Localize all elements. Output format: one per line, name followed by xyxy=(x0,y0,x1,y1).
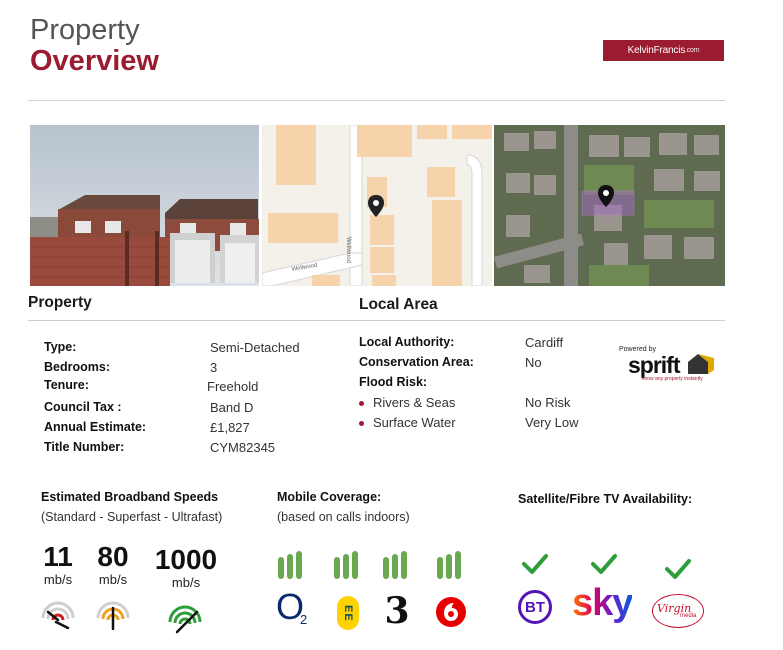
brand-logo[interactable]: KelvinFrancis .com xyxy=(603,40,724,61)
sprift-logo[interactable]: sprift know any property instantly xyxy=(628,352,720,382)
property-heading: Property xyxy=(28,294,92,311)
broadband-subheading: (Standard - Superfast - Ultrafast) xyxy=(41,510,223,524)
brand-suffix: .com xyxy=(685,47,700,54)
title-number-label: Title Number: xyxy=(44,440,125,454)
speedometer-icon xyxy=(96,601,130,630)
mobile-subheading: (based on calls indoors) xyxy=(277,510,410,524)
bedrooms-label: Bedrooms: xyxy=(44,360,110,374)
ultrafast-speed-value: 1000 xyxy=(154,544,218,575)
check-icon xyxy=(522,554,548,574)
brand-name: KelvinFrancis xyxy=(627,45,686,56)
o2-logo: O 2 xyxy=(276,586,312,630)
bullet-icon xyxy=(359,421,364,426)
vodafone-logo xyxy=(436,597,466,627)
divider-top xyxy=(28,100,725,101)
annual-estimate-label: Annual Estimate: xyxy=(44,420,147,434)
page-title-line1: Property xyxy=(30,14,140,46)
ee-logo-text: EE xyxy=(342,604,354,622)
standard-speed-value: 11 xyxy=(43,541,73,572)
flood-risk-label: Flood Risk: xyxy=(359,375,428,389)
virgin-logo-sub: media xyxy=(680,613,697,619)
speedometer-icon xyxy=(41,601,75,630)
council-tax-label: Council Tax : xyxy=(44,400,122,414)
signal-bars-icon xyxy=(334,551,358,579)
rivers-seas-value: No Risk xyxy=(525,395,571,410)
superfast-speed-unit: mb/s xyxy=(98,572,128,587)
type-value: Semi-Detached xyxy=(210,340,300,355)
type-label: Type: xyxy=(44,340,77,354)
local-area-heading: Local Area xyxy=(359,296,438,313)
check-icon xyxy=(665,559,691,579)
signal-bars-icon xyxy=(437,551,461,579)
bt-logo: BT xyxy=(518,590,552,624)
tenure-label: Tenure: xyxy=(44,378,89,392)
street-view-photo xyxy=(30,125,259,286)
bedrooms-value: 3 xyxy=(210,360,218,375)
signal-bars-icon xyxy=(383,551,407,579)
page-title-line2: Overview xyxy=(30,45,159,77)
rivers-seas-label: Rivers & Seas xyxy=(373,395,456,410)
title-number-value: CYM82345 xyxy=(210,440,276,455)
local-authority-label: Local Authority: xyxy=(359,335,455,349)
standard-speed-unit: mb/s xyxy=(43,572,73,587)
satellite-map[interactable] xyxy=(494,125,725,286)
annual-estimate-value: £1,827 xyxy=(210,420,250,435)
surface-water-value: Very Low xyxy=(525,415,579,430)
o2-logo-subscript: 2 xyxy=(300,612,308,627)
three-logo: 3 xyxy=(384,590,410,632)
tv-heading: Satellite/Fibre TV Availability: xyxy=(518,492,693,506)
superfast-speed-value: 80 xyxy=(97,541,129,572)
map-street-label-1: Wellwood xyxy=(345,237,351,263)
ultrafast-speed-unit: mb/s xyxy=(171,575,201,590)
sprift-tagline: know any property instantly xyxy=(642,376,703,382)
council-tax-value: Band D xyxy=(210,400,254,415)
sprift-logo-text: sprift xyxy=(628,352,680,378)
check-icon xyxy=(591,554,617,574)
tenure-value: Freehold xyxy=(207,379,259,394)
mobile-heading: Mobile Coverage: xyxy=(277,490,382,504)
local-authority-value: Cardiff xyxy=(525,335,564,350)
conservation-area-label: Conservation Area: xyxy=(359,355,474,369)
bt-logo-text: BT xyxy=(525,598,545,616)
surface-water-label: Surface Water xyxy=(373,415,456,430)
street-map[interactable]: Wellwood Wellwood xyxy=(262,125,492,286)
virgin-media-logo: Virgin media xyxy=(652,594,704,628)
sky-logo: sky xyxy=(572,582,633,624)
conservation-area-value: No xyxy=(525,355,542,370)
bullet-icon xyxy=(359,401,364,406)
broadband-heading: Estimated Broadband Speeds xyxy=(41,490,219,504)
divider-mid xyxy=(28,320,725,321)
speedometer-icon xyxy=(168,605,202,634)
sprift-house-icon xyxy=(688,354,714,374)
ee-logo: EE xyxy=(337,596,359,630)
signal-bars-icon xyxy=(278,551,302,579)
